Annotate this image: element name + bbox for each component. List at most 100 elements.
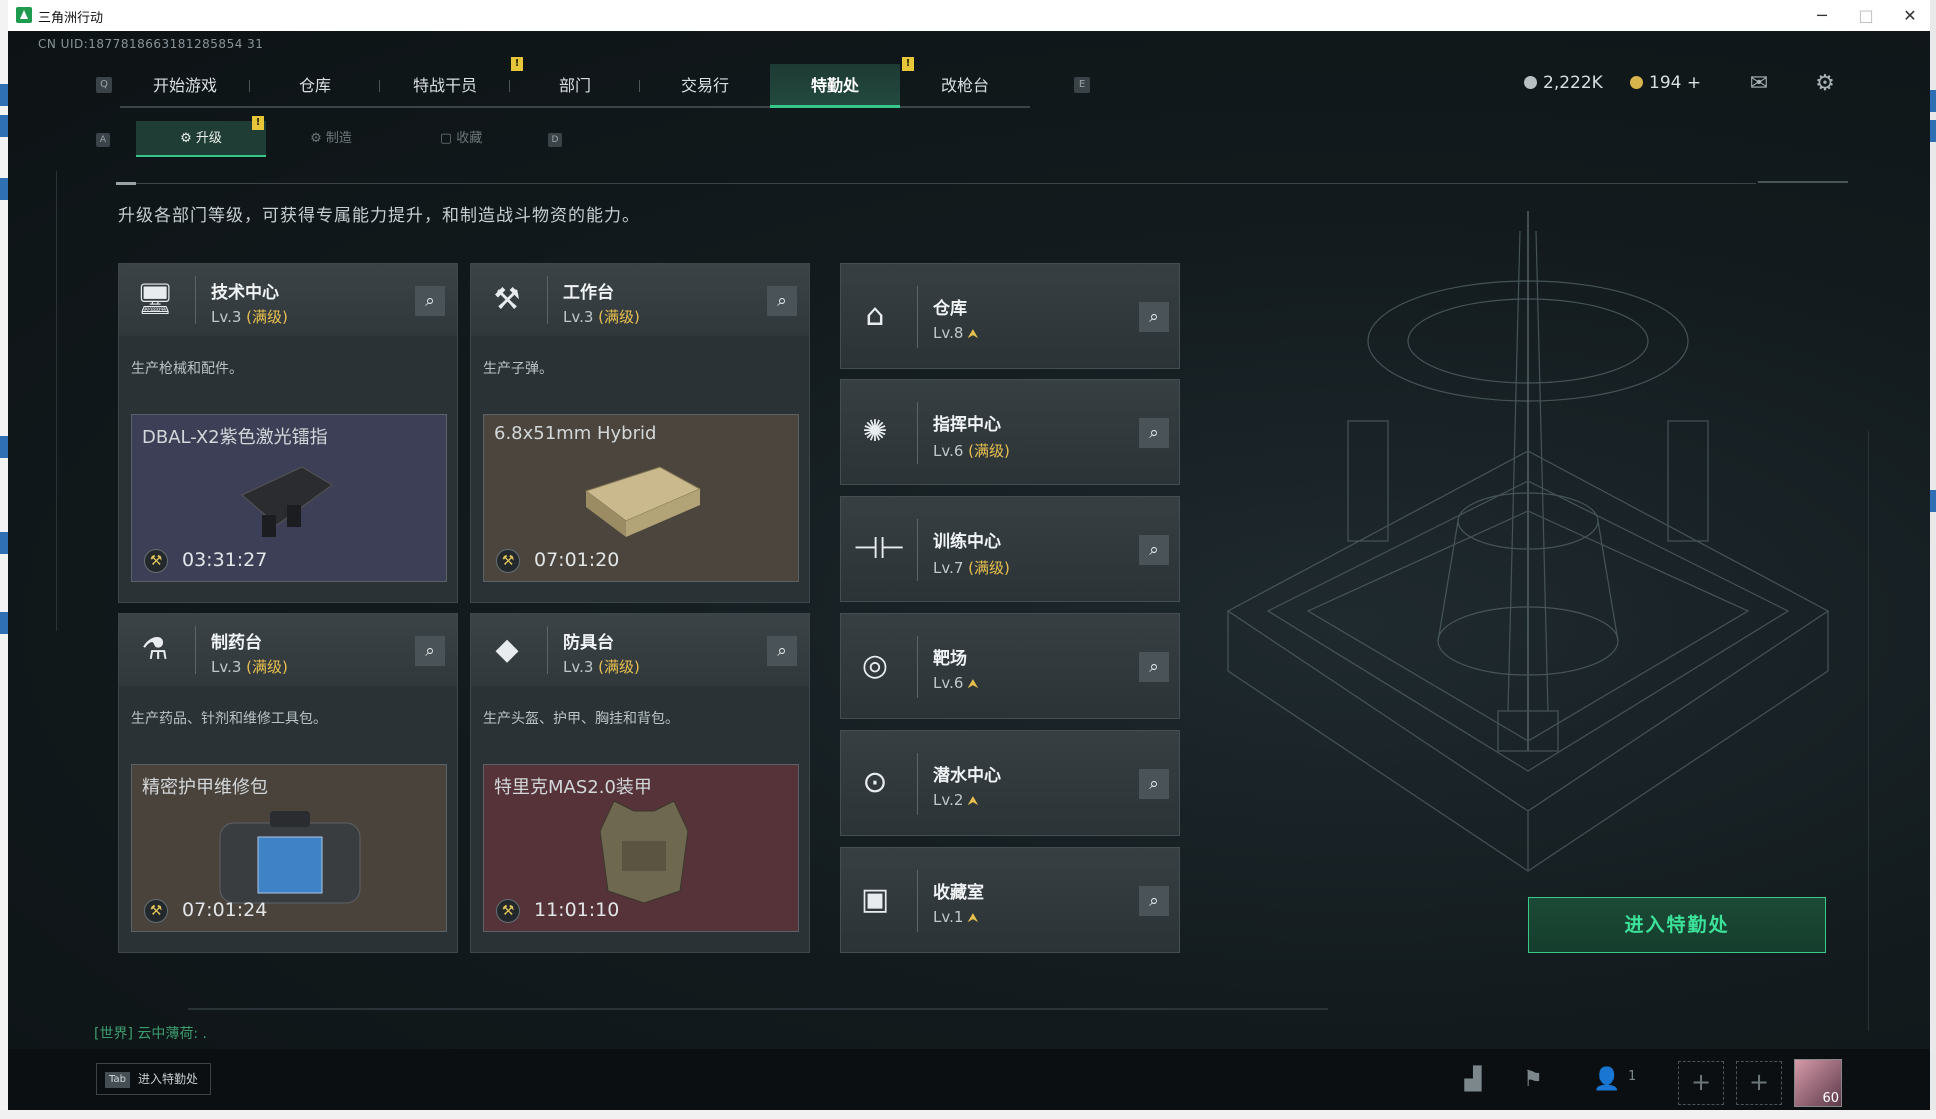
workshop-name: 防具台 xyxy=(563,633,614,653)
search-icon[interactable]: ⌕ xyxy=(767,286,797,316)
search-icon[interactable]: ⌕ xyxy=(767,636,797,666)
tab-special-ops[interactable]: 特勤处 xyxy=(770,64,900,108)
upgrade-arrow-icon: ⮝ xyxy=(967,794,979,809)
facility-diving-center[interactable]: ⊙ 潜水中心 Lv.2 ⮝ ⌕ xyxy=(840,730,1180,836)
background-spreadsheet-bottom xyxy=(0,1110,1936,1119)
search-icon[interactable]: ⌕ xyxy=(1139,302,1169,332)
subtab-craft[interactable]: ⚙ 制造 xyxy=(266,121,396,157)
craft-timer: 07:01:24 xyxy=(182,899,268,921)
bottom-bar: Tab 进入特勤处 ▟ ⚑ 👤 1 + + 60 xyxy=(8,1049,1930,1110)
flag-icon[interactable]: ⚑ xyxy=(1518,1065,1548,1095)
facility-level: Lv.6 (满级) xyxy=(933,442,1010,460)
facility-collection-room[interactable]: ▣ 收藏室 Lv.1 ⮝ ⌕ xyxy=(840,847,1180,953)
enter-special-ops-button[interactable]: 进入特勤处 xyxy=(1528,897,1826,953)
window-title: 三角洲行动 xyxy=(38,11,104,26)
stats-chart-icon[interactable]: ▟ xyxy=(1458,1065,1488,1095)
player-avatar[interactable]: 60 xyxy=(1794,1059,1842,1107)
workshop-card-tech-center[interactable]: 🖥 技术中心 Lv.3 (满级) ⌕ 生产枪械和配件。 DBAL-X2紫色激光镭… xyxy=(118,263,458,603)
tab-start-game[interactable]: 开始游戏 xyxy=(120,64,250,108)
search-icon[interactable]: ⌕ xyxy=(415,636,445,666)
craft-timer: 11:01:10 xyxy=(534,899,620,921)
subtab-upgrade[interactable]: ⚙ 升级 xyxy=(136,121,266,157)
squad-slot-1[interactable]: + xyxy=(1678,1061,1724,1105)
search-icon[interactable]: ⌕ xyxy=(415,286,445,316)
facility-training-center[interactable]: ⊣⊢ 训练中心 Lv.7 (满级) ⌕ xyxy=(840,496,1180,602)
tab-gunsmith[interactable]: 改枪台 xyxy=(900,64,1030,108)
facility-level: Lv.6 ⮝ xyxy=(933,674,979,692)
background-spreadsheet-right xyxy=(1930,0,1936,1119)
upgrade-arrow-icon: ⮝ xyxy=(967,911,979,926)
tab-operators[interactable]: 特战干员 xyxy=(380,64,510,108)
facility-shooting-range[interactable]: ◎ 靶场 Lv.6 ⮝ ⌕ xyxy=(840,613,1180,719)
workshop-description: 生产子弹。 xyxy=(483,361,553,377)
armor-blocks-icon: ◆ xyxy=(495,632,519,667)
nav-next-key[interactable]: E xyxy=(1074,77,1090,93)
workshop-level: Lv.3 (满级) xyxy=(563,308,640,326)
tab-warehouse[interactable]: 仓库 xyxy=(250,64,380,108)
close-button[interactable]: ✕ xyxy=(1890,4,1930,28)
nav-prev-key[interactable]: Q xyxy=(96,77,112,93)
tab-trading[interactable]: 交易行 xyxy=(640,64,770,108)
facility-wireframe-art xyxy=(1226,211,1830,872)
computer-icon: 🖥 xyxy=(135,282,175,317)
facility-level: Lv.1 ⮝ xyxy=(933,908,979,926)
squad-slot-2[interactable]: + xyxy=(1736,1061,1782,1105)
facility-command-center[interactable]: ✺ 指挥中心 Lv.6 (满级) ⌕ xyxy=(840,379,1180,485)
player-level: 60 xyxy=(1822,1091,1839,1106)
subtab-prev-key[interactable]: A xyxy=(96,133,110,147)
diving-mask-icon: ⊙ xyxy=(862,765,888,800)
craft-timer: 03:31:27 xyxy=(182,549,268,571)
crafting-product[interactable]: 6.8x51mm Hybrid ⚒ 07:01:20 xyxy=(483,414,799,582)
settings-gear-icon[interactable]: ⚙ xyxy=(1812,71,1838,97)
upgrade-arrow-icon: ⮝ xyxy=(967,327,979,342)
maximize-button[interactable]: □ xyxy=(1846,4,1886,28)
upgrade-alert-badge: ! xyxy=(252,116,264,130)
workshop-level: Lv.3 (满级) xyxy=(211,308,288,326)
facility-level: Lv.2 ⮝ xyxy=(933,791,979,809)
microscope-icon: ⚗ xyxy=(141,632,169,667)
facility-level: Lv.8 ⮝ xyxy=(933,324,979,342)
search-icon[interactable]: ⌕ xyxy=(1139,886,1169,916)
ammo-box-image xyxy=(584,466,702,537)
target-icon: ◎ xyxy=(861,648,889,683)
search-icon[interactable]: ⌕ xyxy=(1139,769,1169,799)
crafting-product[interactable]: 特里克MAS2.0装甲 ⚒ 11:01:10 xyxy=(483,764,799,932)
wrench-icon: ⚒ xyxy=(496,549,520,573)
subtab-collection[interactable]: ▢ 收藏 xyxy=(396,121,526,157)
facility-level: Lv.7 (满级) xyxy=(933,559,1010,577)
player-uid: CN UID:1877818663181285854 31 xyxy=(38,37,264,51)
minimize-button[interactable]: ─ xyxy=(1802,4,1842,28)
tab-department[interactable]: 部门 xyxy=(510,64,640,108)
coin-balance[interactable]: 2,222K xyxy=(1524,73,1603,93)
token-icon xyxy=(1630,76,1643,89)
craft-icon: ⚙ xyxy=(310,131,326,146)
add-token-button[interactable]: + xyxy=(1687,73,1701,93)
token-balance[interactable]: 194 + xyxy=(1630,73,1701,93)
workshop-card-pharmacy[interactable]: ⚗ 制药台 Lv.3 (满级) ⌕ 生产药品、针剂和维修工具包。 精密护甲维修包… xyxy=(118,613,458,953)
special-ops-alert-badge: ! xyxy=(902,57,914,71)
facility-name: 潜水中心 xyxy=(933,766,1001,786)
search-icon[interactable]: ⌕ xyxy=(1139,535,1169,565)
friends-icon[interactable]: 👤 xyxy=(1592,1065,1622,1095)
world-chat-line[interactable]: [世界] 云中薄荷: . xyxy=(94,1023,207,1043)
subtab-next-key[interactable]: D xyxy=(548,133,562,147)
subtab-bar: ⚙ 升级 ⚙ 制造 ▢ 收藏 xyxy=(136,121,526,157)
search-icon[interactable]: ⌕ xyxy=(1139,418,1169,448)
crafting-product[interactable]: 精密护甲维修包 ⚒ 07:01:24 xyxy=(131,764,447,932)
product-name: DBAL-X2紫色激光镭指 xyxy=(142,427,328,448)
workshop-name: 工作台 xyxy=(563,283,614,303)
mail-icon[interactable]: ✉ xyxy=(1746,71,1772,97)
upgrade-arrow-icon: ⮝ xyxy=(967,677,979,692)
facility-warehouse[interactable]: ⌂ 仓库 Lv.8 ⮝ ⌕ xyxy=(840,263,1180,369)
tab-shortcut-hint[interactable]: Tab 进入特勤处 xyxy=(96,1063,211,1095)
search-icon[interactable]: ⌕ xyxy=(1139,652,1169,682)
wrench-icon: ⚒ xyxy=(144,899,168,923)
page-description: 升级各部门等级，可获得专属能力提升，和制造战斗物资的能力。 xyxy=(118,206,640,226)
workshop-card-armor-bench[interactable]: ◆ 防具台 Lv.3 (满级) ⌕ 生产头盔、护甲、胸挂和背包。 特里克MAS2… xyxy=(470,613,810,953)
workshop-description: 生产头盔、护甲、胸挂和背包。 xyxy=(483,711,679,727)
crafting-product[interactable]: DBAL-X2紫色激光镭指 ⚒ 03:31:27 xyxy=(131,414,447,582)
workshop-level: Lv.3 (满级) xyxy=(211,658,288,676)
facility-name: 收藏室 xyxy=(933,883,984,903)
workshop-card-workbench[interactable]: ⚒ 工作台 Lv.3 (满级) ⌕ 生产子弹。 6.8x51mm Hybrid … xyxy=(470,263,810,603)
background-spreadsheet-left xyxy=(0,0,8,1119)
